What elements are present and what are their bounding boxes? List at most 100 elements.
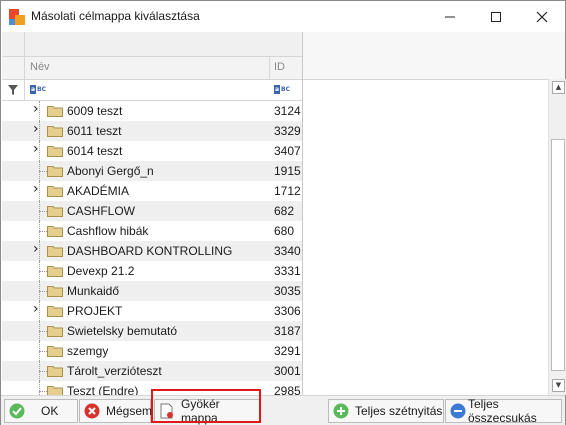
folder-id: 3291 (274, 344, 301, 358)
scroll-up-icon[interactable]: ▲ (552, 81, 565, 94)
filter-icon[interactable] (8, 85, 18, 95)
column-header-name[interactable]: Név (30, 61, 50, 73)
tree-row[interactable]: Devexp 21.2 3331 (2, 261, 302, 281)
expand-chevron-icon[interactable]: › (33, 142, 43, 156)
folder-icon (47, 386, 63, 395)
folder-name: 6011 teszt (67, 124, 122, 138)
tree-row[interactable]: CASHFLOW 682 (2, 201, 302, 221)
scroll-thumb[interactable] (551, 139, 565, 371)
ok-button[interactable]: OK (4, 399, 78, 423)
cancel-icon (84, 403, 100, 419)
row-gutter (2, 341, 24, 361)
tree-line-branch (39, 351, 47, 352)
tree-line-branch (39, 171, 47, 172)
folder-name: Abonyi Gergő_n (67, 164, 154, 178)
expand-chevron-icon[interactable]: › (33, 122, 43, 136)
expand-all-label: Teljes szétnyitás (355, 404, 443, 418)
row-gutter (2, 301, 24, 321)
tree-row[interactable]: szemgy 3291 (2, 341, 302, 361)
tree-row[interactable]: Swietelsky bemutató 3187 (2, 321, 302, 341)
tree-rows: › 6009 teszt 3124 › 6011 teszt 3329 › 6014 tesz… (2, 101, 302, 395)
folder-id: 1712 (274, 184, 301, 198)
tree-row[interactable]: › PROJEKT 3306 (2, 301, 302, 321)
ok-label: OK (41, 404, 59, 418)
folder-id: 682 (274, 204, 295, 218)
expand-chevron-icon[interactable]: › (33, 182, 43, 196)
tree-line-branch (39, 291, 47, 292)
app-icon (9, 9, 25, 25)
collapse-all-label: Teljes összecsukás (468, 397, 537, 425)
filter-gutter (2, 80, 25, 100)
folder-icon (47, 326, 63, 337)
tree-row[interactable]: Cashflow hibák 680 (2, 221, 302, 241)
vertical-scrollbar[interactable]: ▲ ▼ (548, 79, 566, 395)
close-icon (536, 11, 548, 22)
collapse-all-button[interactable]: Teljes összecsukás (445, 397, 562, 425)
folder-id: 3035 (274, 284, 301, 298)
title-bar: Másolati célmappa kiválasztása (1, 1, 565, 32)
tree-line-branch (39, 211, 47, 212)
folder-icon (47, 346, 63, 357)
maximize-button[interactable] (473, 1, 519, 32)
cancel-button[interactable]: Mégsem (79, 399, 153, 423)
folder-id: 2985 (274, 384, 301, 395)
tree-row[interactable]: › 6009 teszt 3124 (2, 101, 302, 121)
tree-line-branch (39, 391, 47, 392)
folder-name: Tárolt_verzióteszt (67, 364, 162, 378)
tree-row[interactable]: Abonyi Gergő_n 1915 (2, 161, 302, 181)
row-gutter (2, 261, 24, 281)
plus-circle-icon (333, 403, 349, 419)
expand-chevron-icon[interactable]: › (33, 102, 43, 116)
group-indent (2, 32, 25, 56)
tree-line (39, 381, 40, 395)
folder-tree: Név ID a BC a BC › 6009 teszt 3124 › 6011 tesz… (2, 32, 303, 395)
window-title: Másolati célmappa kiválasztása (31, 9, 200, 23)
highlight-box (151, 389, 261, 423)
folder-icon (47, 246, 63, 257)
folder-id: 3124 (274, 104, 301, 118)
folder-icon (47, 286, 63, 297)
tree-row[interactable]: › 6014 teszt 3407 (2, 141, 302, 161)
folder-icon (47, 166, 63, 177)
row-gutter (2, 281, 24, 301)
folder-name: AKADÉMIA (67, 184, 130, 198)
row-gutter (2, 361, 24, 381)
expand-all-button[interactable]: Teljes szétnyitás (328, 399, 444, 423)
name-filter-abc-icon[interactable]: a BC (30, 85, 46, 95)
expand-chevron-icon[interactable]: › (33, 242, 43, 256)
folder-id: 3306 (274, 304, 301, 318)
tree-row[interactable]: › DASHBOARD KONTROLLING 3340 (2, 241, 302, 261)
expand-chevron-icon[interactable]: › (33, 302, 43, 316)
minimize-button[interactable] (427, 1, 473, 32)
cancel-label: Mégsem (106, 404, 153, 418)
row-gutter (2, 241, 24, 261)
folder-name: CASHFLOW (67, 204, 136, 218)
folder-icon (47, 186, 63, 197)
tree-row[interactable]: Tárolt_verzióteszt 3001 (2, 361, 302, 381)
scroll-down-icon[interactable]: ▼ (552, 379, 565, 392)
folder-icon (47, 306, 63, 317)
maximize-icon (491, 11, 501, 22)
folder-name: Teszt (Endre) (67, 384, 139, 395)
tree-line-branch (39, 371, 47, 372)
folder-id: 3331 (274, 264, 301, 278)
column-separator[interactable] (269, 57, 270, 79)
folder-id: 3340 (274, 244, 301, 258)
column-header-id[interactable]: ID (274, 61, 285, 73)
folder-id: 3407 (274, 144, 301, 158)
folder-name: Cashflow hibák (67, 224, 149, 238)
tree-row[interactable]: › 6011 teszt 3329 (2, 121, 302, 141)
id-filter-abc-icon[interactable]: a BC (274, 85, 290, 95)
folder-icon (47, 126, 63, 137)
check-icon (9, 403, 25, 419)
close-button[interactable] (519, 1, 565, 32)
header-indent (2, 57, 25, 79)
row-gutter (2, 121, 24, 141)
tree-row[interactable]: › AKADÉMIA 1712 (2, 181, 302, 201)
tree-row[interactable]: Munkaidő 3035 (2, 281, 302, 301)
row-gutter (2, 141, 24, 161)
row-gutter (2, 181, 24, 201)
button-bar: OK Mégsem Gyökér mappa Teljes szétnyitás… (1, 395, 565, 425)
group-panel (2, 32, 302, 57)
folder-name: Munkaidő (67, 284, 120, 298)
